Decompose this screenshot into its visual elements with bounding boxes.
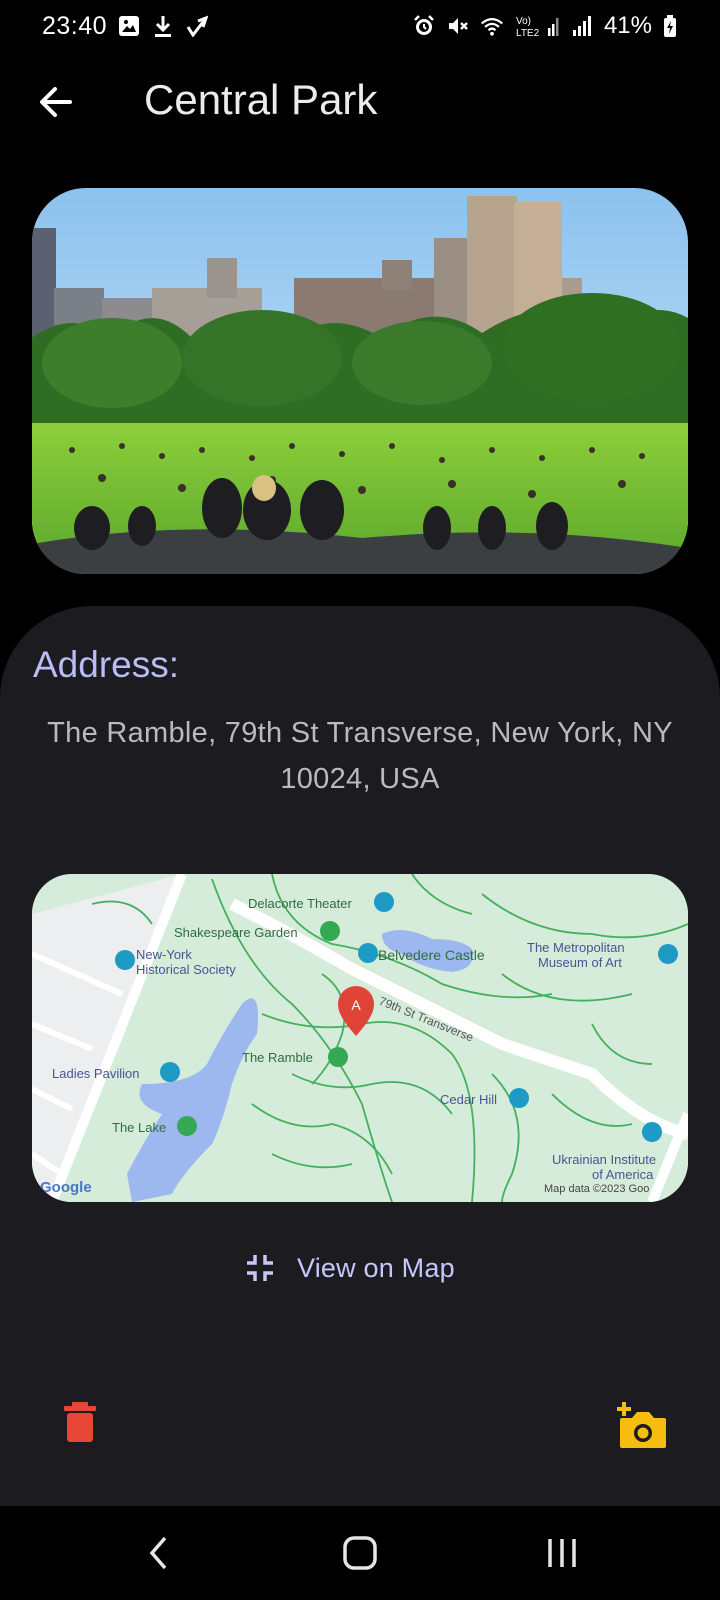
- nav-recents-icon: [548, 1539, 576, 1567]
- map-label-ukr-1: Ukrainian Institute: [552, 1152, 656, 1167]
- trash-icon: [64, 1402, 96, 1442]
- nav-home-button[interactable]: [335, 1532, 385, 1574]
- map-label-cedar: Cedar Hill: [440, 1092, 497, 1107]
- nav-back-button[interactable]: [134, 1532, 184, 1574]
- nav-recents-button[interactable]: [537, 1532, 587, 1574]
- map-credit: Map data ©2023 Goo: [544, 1183, 649, 1195]
- nav-home-icon: [343, 1536, 377, 1570]
- map-preview[interactable]: Delacorte Theater Shakespeare Garden New…: [32, 874, 688, 1202]
- status-left: 23:40: [42, 12, 209, 41]
- map-label-belvedere: Belvedere Castle: [378, 947, 485, 963]
- map-label-ukr-2: of America: [592, 1167, 654, 1182]
- mute-icon: [446, 14, 470, 38]
- map-label-shakespeare: Shakespeare Garden: [174, 925, 298, 940]
- arrow-back-icon: [40, 87, 72, 117]
- poi-pavilion-icon: [160, 1062, 180, 1082]
- check-icon: [185, 14, 209, 38]
- collapse-icon: [247, 1255, 273, 1281]
- map-label-ramble: The Ramble: [242, 1050, 313, 1065]
- map-canvas: Delacorte Theater Shakespeare Garden New…: [32, 874, 688, 1202]
- park-photo: [32, 188, 688, 574]
- poi-ramble-icon: [328, 1047, 348, 1067]
- alarm-icon: [412, 14, 436, 38]
- poi-ukr-icon: [642, 1122, 662, 1142]
- address-value: The Ramble, 79th St Transverse, New York…: [47, 717, 673, 795]
- poi-museum-icon: [115, 950, 135, 970]
- poi-garden-icon: [320, 921, 340, 941]
- map-label-met-2: Museum of Art: [538, 955, 622, 970]
- map-label-nyhs-1: New-York: [136, 947, 192, 962]
- poi-met-icon: [658, 944, 678, 964]
- add-photo-icon: [617, 1402, 666, 1448]
- add-photo-button[interactable]: [616, 1402, 668, 1450]
- status-right: Vo) LTE2 41%: [412, 12, 678, 40]
- back-button[interactable]: [28, 74, 84, 130]
- details-sheet: Address: The Ramble, 79th St Transverse,…: [0, 606, 720, 1506]
- pin-label: A: [351, 997, 361, 1013]
- map-label-nyhs-2: Historical Society: [136, 962, 236, 977]
- status-time: 23:40: [42, 11, 108, 40]
- place-photo[interactable]: [32, 188, 688, 574]
- poi-cedar-icon: [509, 1088, 529, 1108]
- wifi-icon: [480, 14, 504, 38]
- delete-button[interactable]: [62, 1402, 98, 1446]
- svg-text:Vo): Vo): [516, 16, 531, 27]
- map-label-met-1: The Metropolitan: [527, 940, 625, 955]
- poi-castle-icon: [358, 943, 378, 963]
- address-label: Address:: [33, 644, 180, 685]
- poi-theater-icon: [374, 892, 394, 912]
- view-on-map-button[interactable]: View on Map: [245, 1242, 455, 1294]
- map-label-delacorte: Delacorte Theater: [248, 896, 352, 911]
- map-label-ladies: Ladies Pavilion: [52, 1066, 139, 1081]
- download-icon: [151, 14, 175, 38]
- google-logo: Google: [40, 1179, 92, 1196]
- battery-percent: 41%: [603, 12, 652, 39]
- app-bar: Central Park: [0, 60, 720, 140]
- svg-text:LTE2: LTE2: [516, 28, 540, 38]
- status-bar: 23:40 Vo) LTE2 41%: [0, 0, 720, 52]
- nav-back-icon: [149, 1536, 167, 1570]
- volte-icon: Vo) LTE2: [514, 14, 560, 38]
- image-icon: [117, 14, 141, 38]
- poi-lake-icon: [177, 1116, 197, 1136]
- page-title: Central Park: [144, 76, 378, 123]
- signal-icon: [570, 14, 594, 38]
- view-on-map-label: View on Map: [297, 1252, 455, 1283]
- battery-icon: [662, 14, 678, 38]
- map-label-lake: The Lake: [112, 1120, 166, 1135]
- system-nav-bar: [0, 1506, 720, 1600]
